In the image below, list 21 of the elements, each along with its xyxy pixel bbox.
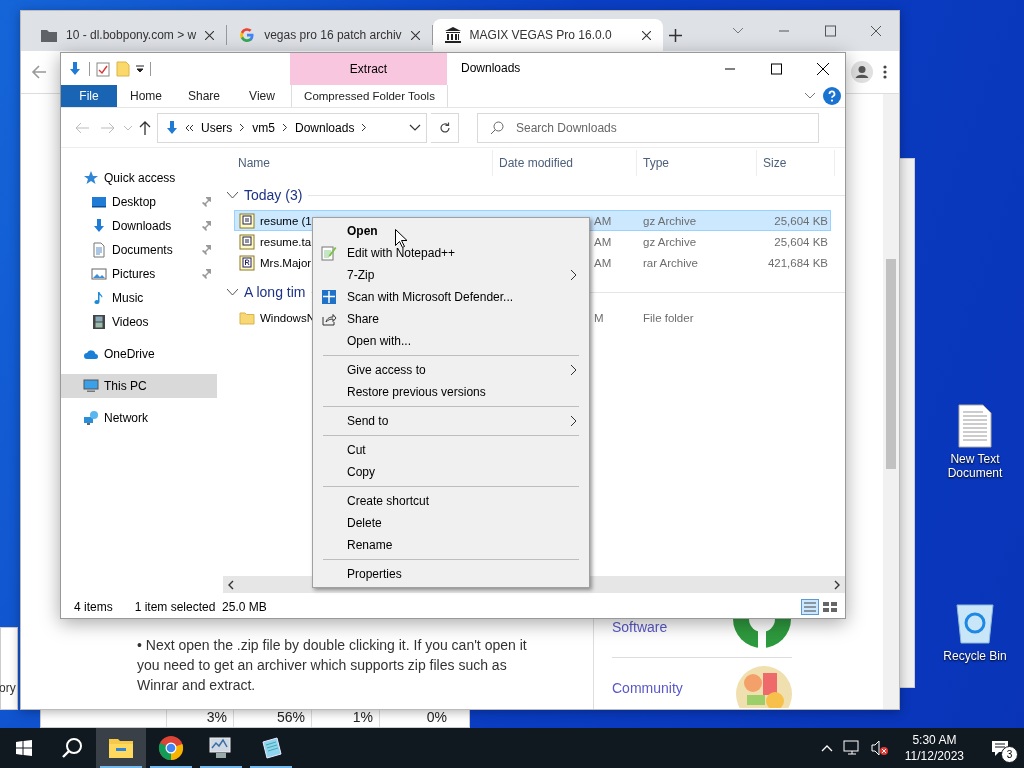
article-paragraph: • Next open the .zip file by double clicking it. If you can't open it you need to get an archiver which supports zip files such as Winrar and extract. <box>137 636 528 695</box>
file-name: Mrs.Major <box>260 256 312 269</box>
type-cell-text: File folder <box>642 311 695 324</box>
selection-info: 1 item selected 25.0 MB <box>134 600 267 614</box>
date-cell-text: AM <box>593 214 613 227</box>
tab-label: ory <box>0 681 16 695</box>
type-cell-text: gz Archive <box>642 214 698 227</box>
window-title: Downloads <box>460 60 521 77</box>
date-cell-text: AM <box>593 235 613 248</box>
date-cell-text: AM <box>593 256 613 269</box>
context-tab-header: Extract <box>290 53 447 85</box>
type-cell-text: gz Archive <box>642 235 698 248</box>
size-cell-text: 421,684 KB <box>766 256 829 269</box>
notification-count: 3 <box>1001 746 1018 763</box>
size-cell-text: 25,604 KB <box>773 214 829 227</box>
item-count: 4 items <box>74 600 113 614</box>
date-cell-text: M <box>593 311 605 324</box>
type-cell-text: rar Archive <box>642 256 699 269</box>
file-name: resume (1 <box>260 214 312 227</box>
file-name: resume.ta <box>260 235 312 248</box>
size-cell-text: 25,604 KB <box>773 235 829 248</box>
